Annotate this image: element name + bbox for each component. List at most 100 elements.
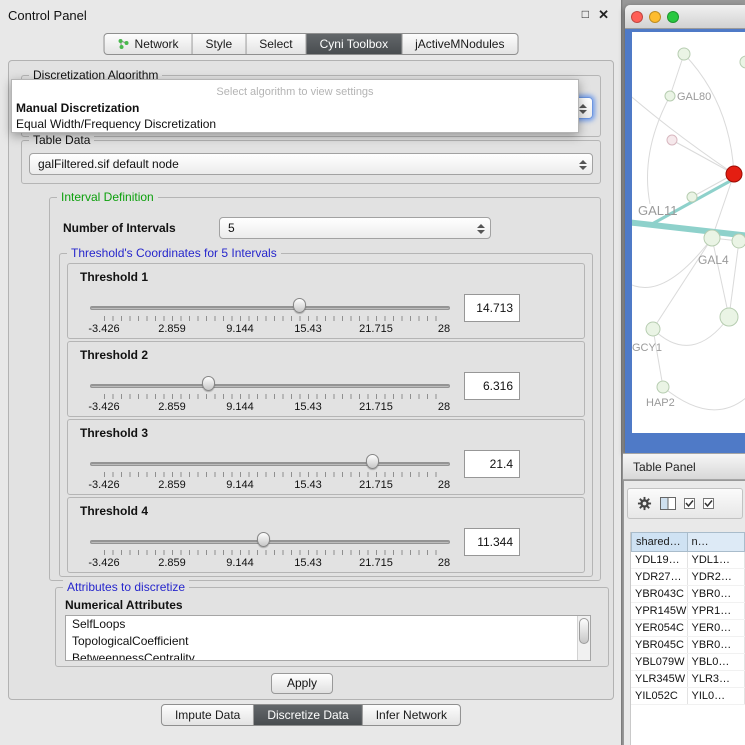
network-edge[interactable] [632, 92, 734, 174]
tab-select[interactable]: Select [246, 34, 306, 54]
column-header[interactable]: n… [688, 532, 745, 552]
network-edge[interactable] [632, 222, 745, 236]
threshold-value-field[interactable]: 11.344 [464, 528, 520, 556]
scale-label: 28 [438, 401, 450, 413]
slider-thumb[interactable] [202, 376, 215, 391]
number-of-intervals-combobox[interactable]: 5 [219, 217, 491, 239]
table-row: YER054CYER0… [631, 620, 745, 637]
network-node[interactable] [657, 381, 669, 393]
network-edge[interactable] [670, 54, 684, 96]
network-node[interactable] [740, 56, 745, 68]
slider-scale-labels: -3.4262.8599.14415.4321.71528 [104, 401, 444, 414]
network-edge[interactable] [729, 241, 739, 317]
table-cell[interactable]: YBL079W [631, 654, 688, 670]
column-header[interactable]: shared… [631, 532, 688, 552]
checkbox-icon[interactable] [703, 498, 714, 509]
zoom-traffic-light-icon[interactable] [667, 11, 679, 23]
network-node[interactable] [726, 166, 742, 182]
list-item-selfloops[interactable]: SelfLoops [66, 616, 590, 633]
scale-label: 28 [438, 323, 450, 335]
network-graph: GAL80GAL11GAL4GCY1HAP2 [632, 32, 745, 433]
table-cell[interactable]: YBR0… [688, 586, 745, 602]
table-cell[interactable]: YLR3… [688, 671, 745, 687]
node-label: GAL11 [638, 203, 678, 218]
tab-network[interactable]: Network [105, 34, 193, 54]
slider-thumb[interactable] [293, 298, 306, 313]
list-scrollbar[interactable] [577, 616, 590, 660]
number-of-intervals-value: 5 [228, 221, 235, 235]
network-edge[interactable] [684, 54, 734, 174]
slider-thumb[interactable] [366, 454, 379, 469]
close-icon[interactable]: ✕ [598, 7, 609, 23]
cyni-toolbox-panel: Discretization Algorithm Select algorith… [8, 60, 614, 700]
minimize-traffic-light-icon[interactable] [649, 11, 661, 23]
network-canvas[interactable]: GAL80GAL11GAL4GCY1HAP2 [632, 32, 745, 433]
network-node[interactable] [704, 230, 720, 246]
list-item-topologicalcoefficient[interactable]: TopologicalCoefficient [66, 633, 590, 650]
numerical-attributes-list[interactable]: SelfLoopsTopologicalCoefficientBetweenne… [65, 615, 591, 661]
node-label: GAL80 [677, 91, 711, 103]
table-cell[interactable]: YDR27… [631, 569, 688, 585]
network-node[interactable] [732, 234, 745, 248]
tab-impute-data[interactable]: Impute Data [162, 705, 254, 725]
close-traffic-light-icon[interactable] [631, 11, 643, 23]
slider-thumb[interactable] [257, 532, 270, 547]
network-node[interactable] [687, 192, 697, 202]
network-window-frame: GAL80GAL11GAL4GCY1HAP2 [625, 29, 745, 453]
table-data-combobox[interactable]: galFiltered.sif default node [29, 153, 593, 175]
threshold-value-field[interactable]: 21.4 [464, 450, 520, 478]
scale-label: 28 [438, 479, 450, 491]
network-edge[interactable] [672, 140, 734, 174]
table-cell[interactable]: YIL052C [631, 688, 688, 704]
table-cell[interactable]: YDL19… [631, 552, 688, 568]
threshold-slider[interactable]: -3.4262.8599.14415.4321.71528 [104, 532, 444, 578]
table-cell[interactable]: YBR045C [631, 637, 688, 653]
gear-icon[interactable] [637, 496, 652, 511]
tab-infer-network[interactable]: Infer Network [363, 705, 460, 725]
scale-label: 28 [438, 557, 450, 569]
table-row: YLR345WYLR3… [631, 671, 745, 688]
table-cell[interactable]: YBR0… [688, 637, 745, 653]
threshold-label: Threshold 1 [80, 270, 148, 284]
float-window-icon[interactable]: □ [582, 7, 589, 21]
tab-style[interactable]: Style [193, 34, 247, 54]
table-cell[interactable]: YIL0… [688, 688, 745, 704]
threshold-value-field[interactable]: 14.713 [464, 294, 520, 322]
network-edge[interactable] [712, 238, 729, 317]
algorithm-dropdown-menu: Select algorithm to view settings Manual… [11, 79, 579, 133]
network-edge[interactable] [653, 329, 663, 387]
network-node[interactable] [667, 135, 677, 145]
list-item-betweennesscentrality[interactable]: BetweennessCentrality [66, 650, 590, 661]
network-edge[interactable] [663, 387, 745, 410]
tab-discretize-data[interactable]: Discretize Data [254, 705, 362, 725]
threshold-slider[interactable]: -3.4262.8599.14415.4321.71528 [104, 298, 444, 344]
table-cell[interactable]: YER054C [631, 620, 688, 636]
tab-cyni-toolbox[interactable]: Cyni Toolbox [307, 34, 402, 54]
table-cell[interactable]: YPR145W [631, 603, 688, 619]
threshold-slider[interactable]: -3.4262.8599.14415.4321.71528 [104, 454, 444, 500]
table-cell[interactable]: YBL0… [688, 654, 745, 670]
checkbox-icon[interactable] [684, 498, 695, 509]
column-selector-icon[interactable] [660, 497, 676, 510]
network-node[interactable] [665, 91, 675, 101]
network-edge[interactable] [653, 317, 729, 345]
scrollbar-thumb[interactable] [579, 618, 589, 644]
network-node[interactable] [720, 308, 738, 326]
threshold-value-field[interactable]: 6.316 [464, 372, 520, 400]
network-node[interactable] [646, 322, 660, 336]
network-node[interactable] [678, 48, 690, 60]
menu-item-manual-discretization[interactable]: Manual Discretization [12, 100, 578, 116]
threshold-panel-4: Threshold 4-3.4262.8599.14415.4321.71528… [67, 497, 585, 573]
network-icon [118, 38, 130, 50]
table-cell[interactable]: YER0… [688, 620, 745, 636]
tab-jactivemnodules[interactable]: jActiveMNodules [402, 34, 517, 54]
table-cell[interactable]: YBR043C [631, 586, 688, 602]
combobox-stepper-icon [578, 157, 588, 173]
apply-button[interactable]: Apply [271, 673, 333, 694]
table-cell[interactable]: YPR1… [688, 603, 745, 619]
table-cell[interactable]: YDL1… [688, 552, 745, 568]
menu-item-equal-width-frequency-discretization[interactable]: Equal Width/Frequency Discretization [12, 116, 578, 132]
table-cell[interactable]: YDR2… [688, 569, 745, 585]
table-cell[interactable]: YLR345W [631, 671, 688, 687]
threshold-slider[interactable]: -3.4262.8599.14415.4321.71528 [104, 376, 444, 422]
